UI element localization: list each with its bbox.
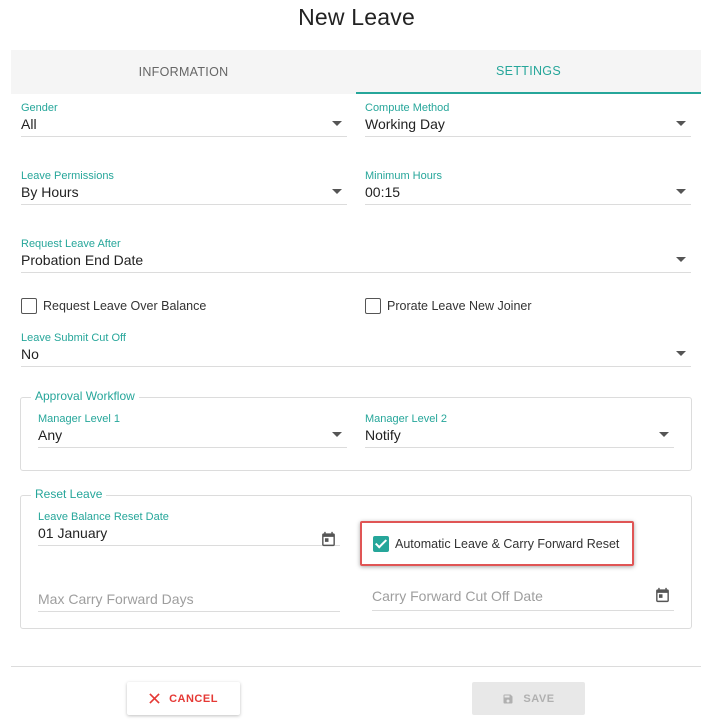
underline <box>38 545 340 546</box>
caret-down-icon <box>676 257 686 262</box>
compute-method-select[interactable]: Compute Method Working Day <box>365 101 691 141</box>
leave-permissions-label: Leave Permissions <box>21 170 114 182</box>
underline <box>372 610 674 611</box>
compute-method-value: Working Day <box>365 116 445 132</box>
minimum-hours-select[interactable]: Minimum Hours 00:15 <box>365 169 691 209</box>
balance-reset-date-field[interactable]: Leave Balance Reset Date 01 January <box>38 510 340 550</box>
save-label: SAVE <box>523 692 555 705</box>
carry-forward-cut-off-date-input[interactable]: Carry Forward Cut Off Date <box>372 588 543 604</box>
auto-carry-forward-reset-label: Automatic Leave & Carry Forward Reset <box>395 537 620 551</box>
leave-submit-cut-off-value: No <box>21 346 39 362</box>
underline <box>365 204 691 205</box>
minimum-hours-label: Minimum Hours <box>365 170 443 182</box>
prorate-new-joiner-checkbox[interactable]: Prorate Leave New Joiner <box>365 298 532 314</box>
checkbox-box[interactable] <box>365 298 381 314</box>
approval-workflow-legend: Approval Workflow <box>31 389 139 403</box>
calendar-icon[interactable] <box>654 586 671 604</box>
manager-level-1-select[interactable]: Manager Level 1 Any <box>38 412 347 452</box>
underline <box>365 447 674 448</box>
gender-select[interactable]: Gender All <box>21 101 347 141</box>
underline <box>21 204 347 205</box>
max-carry-forward-days-input[interactable]: Max Carry Forward Days <box>38 591 194 607</box>
request-over-balance-checkbox[interactable]: Request Leave Over Balance <box>21 298 206 314</box>
manager-level-1-label: Manager Level 1 <box>38 413 120 425</box>
floppy-disk-icon <box>502 693 514 705</box>
caret-down-icon <box>332 189 342 194</box>
underline <box>21 366 691 367</box>
tab-information[interactable]: INFORMATION <box>11 50 356 94</box>
gender-label: Gender <box>21 102 58 114</box>
tab-bar: INFORMATION SETTINGS <box>11 50 701 94</box>
leave-submit-cut-off-label: Leave Submit Cut Off <box>21 332 126 344</box>
caret-down-icon <box>676 189 686 194</box>
checkbox-box[interactable] <box>21 298 37 314</box>
balance-reset-date-label: Leave Balance Reset Date <box>38 511 169 523</box>
close-icon <box>149 693 160 704</box>
checkbox-checked[interactable] <box>373 536 389 552</box>
footer-divider <box>11 666 701 667</box>
minimum-hours-value: 00:15 <box>365 184 401 200</box>
request-leave-after-value: Probation End Date <box>21 252 144 268</box>
manager-level-2-select[interactable]: Manager Level 2 Notify <box>365 412 674 452</box>
caret-down-icon <box>332 121 342 126</box>
caret-down-icon <box>332 432 342 437</box>
manager-level-2-label: Manager Level 2 <box>365 413 447 425</box>
reset-leave-legend: Reset Leave <box>31 487 107 501</box>
leave-submit-cut-off-select[interactable]: Leave Submit Cut Off No <box>21 331 691 371</box>
underline <box>38 611 340 612</box>
calendar-icon[interactable] <box>320 530 337 548</box>
compute-method-label: Compute Method <box>365 102 450 114</box>
request-over-balance-label: Request Leave Over Balance <box>43 299 207 313</box>
leave-permissions-select[interactable]: Leave Permissions By Hours <box>21 169 347 209</box>
request-leave-after-select[interactable]: Request Leave After Probation End Date <box>21 237 691 277</box>
gender-value: All <box>21 116 37 132</box>
auto-carry-forward-reset-checkbox[interactable]: Automatic Leave & Carry Forward Reset <box>373 536 619 552</box>
dialog-title: New Leave <box>298 4 415 30</box>
underline <box>21 272 691 273</box>
caret-down-icon <box>659 432 669 437</box>
balance-reset-date-value: 01 January <box>38 525 108 541</box>
save-button[interactable]: SAVE <box>472 682 585 715</box>
caret-down-icon <box>676 351 686 356</box>
leave-permissions-value: By Hours <box>21 184 79 200</box>
tab-settings[interactable]: SETTINGS <box>356 50 701 94</box>
prorate-new-joiner-label: Prorate Leave New Joiner <box>387 299 532 313</box>
underline <box>21 136 347 137</box>
caret-down-icon <box>676 121 686 126</box>
underline <box>38 447 347 448</box>
request-leave-after-label: Request Leave After <box>21 238 121 250</box>
manager-level-2-value: Notify <box>365 427 401 443</box>
cancel-button[interactable]: CANCEL <box>127 682 240 715</box>
cancel-label: CANCEL <box>169 692 218 705</box>
underline <box>365 136 691 137</box>
manager-level-1-value: Any <box>38 427 63 443</box>
